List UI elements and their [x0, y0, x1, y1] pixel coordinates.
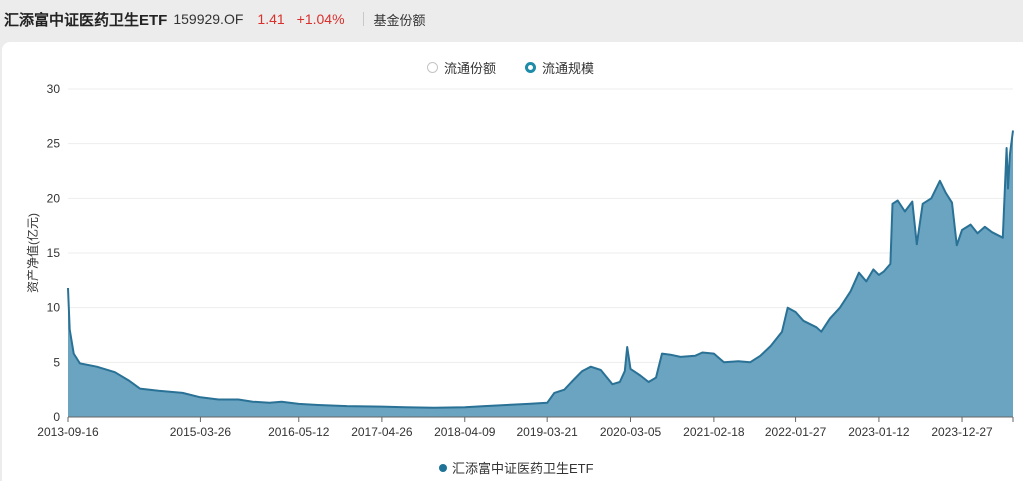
- x-tick-label: 2022-01-27: [765, 425, 827, 439]
- area-chart: 0 5 10 15 20 25 30 2013-09-16 2015-03-26 2016-05…: [25, 82, 1014, 439]
- x-tick-label: 2017-04-26: [351, 425, 413, 439]
- x-tick-label: 2019-03-21: [516, 425, 578, 439]
- x-tick-label: 2023-01-12: [848, 425, 910, 439]
- x-tick-label: 2013-09-16: [37, 425, 99, 439]
- x-tick-label: 2021-02-18: [683, 425, 745, 439]
- y-tick-label: 15: [47, 246, 61, 260]
- y-axis-ticks: 0 5 10 15 20 25 30: [47, 82, 61, 424]
- legend-marker-icon: [439, 463, 447, 472]
- y-axis-title: 资产净值(亿元): [25, 213, 40, 293]
- legend-label: 汇添富中证医药卫生ETF: [452, 461, 594, 476]
- x-tick-label: 2020-03-05: [600, 425, 662, 439]
- y-tick-label: 0: [53, 410, 60, 424]
- chart-legend[interactable]: 汇添富中证医药卫生ETF: [439, 458, 594, 477]
- y-tick-label: 10: [47, 301, 61, 315]
- x-tick-label: 2015-03-26: [170, 425, 232, 439]
- y-tick-label: 20: [47, 191, 61, 205]
- x-tick-label: 2018-04-09: [434, 425, 496, 439]
- x-tick-label: 2016-05-12: [268, 425, 330, 439]
- y-tick-label: 30: [47, 82, 61, 96]
- x-tick-label: 2023-12-27: [931, 425, 993, 439]
- y-tick-label: 5: [53, 355, 60, 369]
- y-tick-label: 25: [47, 137, 61, 151]
- x-axis-ticks: 2013-09-16 2015-03-26 2016-05-12 2017-04-26…: [37, 417, 1014, 439]
